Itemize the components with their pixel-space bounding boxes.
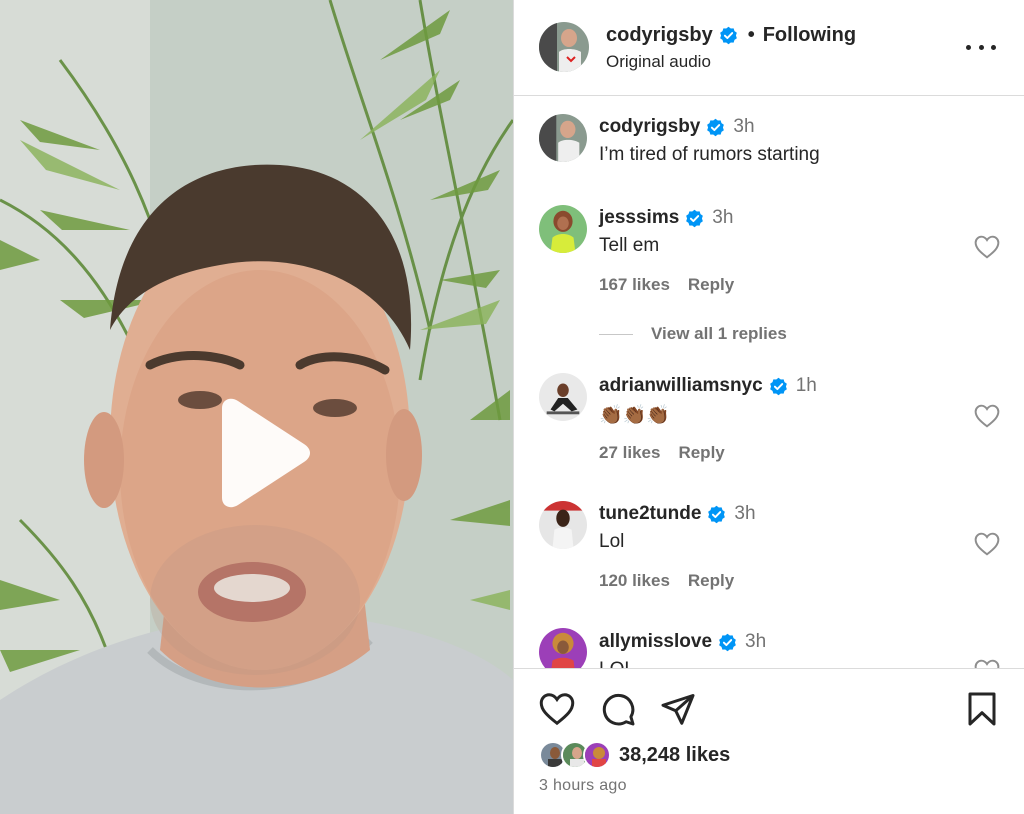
reply-button[interactable]: Reply <box>688 275 734 294</box>
comment-time: 3h <box>734 503 756 524</box>
comment-likes[interactable]: 27 likes <box>599 443 660 462</box>
verified-icon <box>719 633 736 651</box>
likes-summary[interactable]: 38,248 likes <box>539 741 730 769</box>
comment-username: allymisslove 3h <box>599 631 766 653</box>
verified-icon <box>686 209 704 227</box>
comment-time: 3h <box>733 116 755 137</box>
comment-icon[interactable] <box>600 691 636 727</box>
separator-dot: • <box>747 24 755 46</box>
author-line: codyrigsby • Following <box>606 24 856 47</box>
comments-list[interactable]: codyrigsby 3h I’m tired of rumors starti… <box>514 96 1024 668</box>
comment-user-link[interactable]: jesssims <box>599 207 679 229</box>
heart-icon[interactable] <box>539 691 575 727</box>
post-actions: 38,248 likes 3 hours ago <box>514 668 1024 814</box>
verified-icon <box>708 505 726 523</box>
comment-text: Lol <box>599 531 625 552</box>
comment-avatar[interactable] <box>539 501 587 549</box>
verified-icon <box>707 118 725 136</box>
liker-avatar <box>583 741 611 769</box>
heart-icon[interactable] <box>974 659 1000 668</box>
caption-text: I’m tired of rumors starting <box>599 144 820 165</box>
heart-icon[interactable] <box>974 235 1000 259</box>
comment-time: 3h <box>745 631 767 652</box>
comment-meta: 167 likes Reply <box>599 275 734 295</box>
author-username[interactable]: codyrigsby <box>606 24 713 47</box>
following-button[interactable]: Following <box>763 24 856 47</box>
bookmark-icon[interactable] <box>964 691 1000 727</box>
share-icon[interactable] <box>660 691 696 727</box>
comment-username: codyrigsby 3h <box>599 116 755 138</box>
comment-avatar[interactable] <box>539 373 587 421</box>
verified-icon <box>769 377 787 395</box>
comment-avatar[interactable] <box>539 114 587 162</box>
video-player[interactable] <box>0 0 513 814</box>
comment-likes[interactable]: 120 likes <box>599 571 670 590</box>
verified-icon <box>719 26 737 45</box>
post-panel: codyrigsby • Following Original audio co… <box>513 0 1024 814</box>
heart-icon[interactable] <box>974 404 1000 428</box>
view-replies-label: View all 1 replies <box>651 324 787 343</box>
likes-count[interactable]: 38,248 likes <box>619 744 730 767</box>
comment-user-link[interactable]: tune2tunde <box>599 503 701 525</box>
play-icon[interactable] <box>208 398 312 508</box>
replies-divider <box>599 333 633 335</box>
comment-avatar[interactable] <box>539 628 587 668</box>
comment-time: 3h <box>712 207 734 228</box>
heart-icon[interactable] <box>974 532 1000 556</box>
comment-time: 1h <box>795 375 817 396</box>
comment-username: adrianwilliamsnyc 1h <box>599 375 817 397</box>
post-header: codyrigsby • Following Original audio <box>514 0 1024 96</box>
comment-likes[interactable]: 167 likes <box>599 275 670 294</box>
comment-user-link[interactable]: codyrigsby <box>599 116 700 138</box>
comment-text: 👏🏾👏🏾👏🏾 <box>599 405 670 426</box>
comment-username: tune2tunde 3h <box>599 503 756 525</box>
comment-text: Tell em <box>599 235 660 256</box>
comment-username: jesssims 3h <box>599 207 733 229</box>
more-icon[interactable] <box>966 34 996 60</box>
comment-avatar[interactable] <box>539 205 587 253</box>
audio-link[interactable]: Original audio <box>606 52 711 72</box>
author-avatar[interactable] <box>539 22 589 72</box>
reply-button[interactable]: Reply <box>678 443 724 462</box>
reply-button[interactable]: Reply <box>688 571 734 590</box>
view-replies-button[interactable]: View all 1 replies <box>599 324 787 344</box>
comment-text: LOL <box>599 659 635 668</box>
comment-meta: 27 likes Reply <box>599 443 725 463</box>
comment-user-link[interactable]: adrianwilliamsnyc <box>599 375 763 397</box>
comment-meta: 120 likes Reply <box>599 571 734 591</box>
post-timestamp[interactable]: 3 hours ago <box>539 777 627 795</box>
comment-user-link[interactable]: allymisslove <box>599 631 712 653</box>
